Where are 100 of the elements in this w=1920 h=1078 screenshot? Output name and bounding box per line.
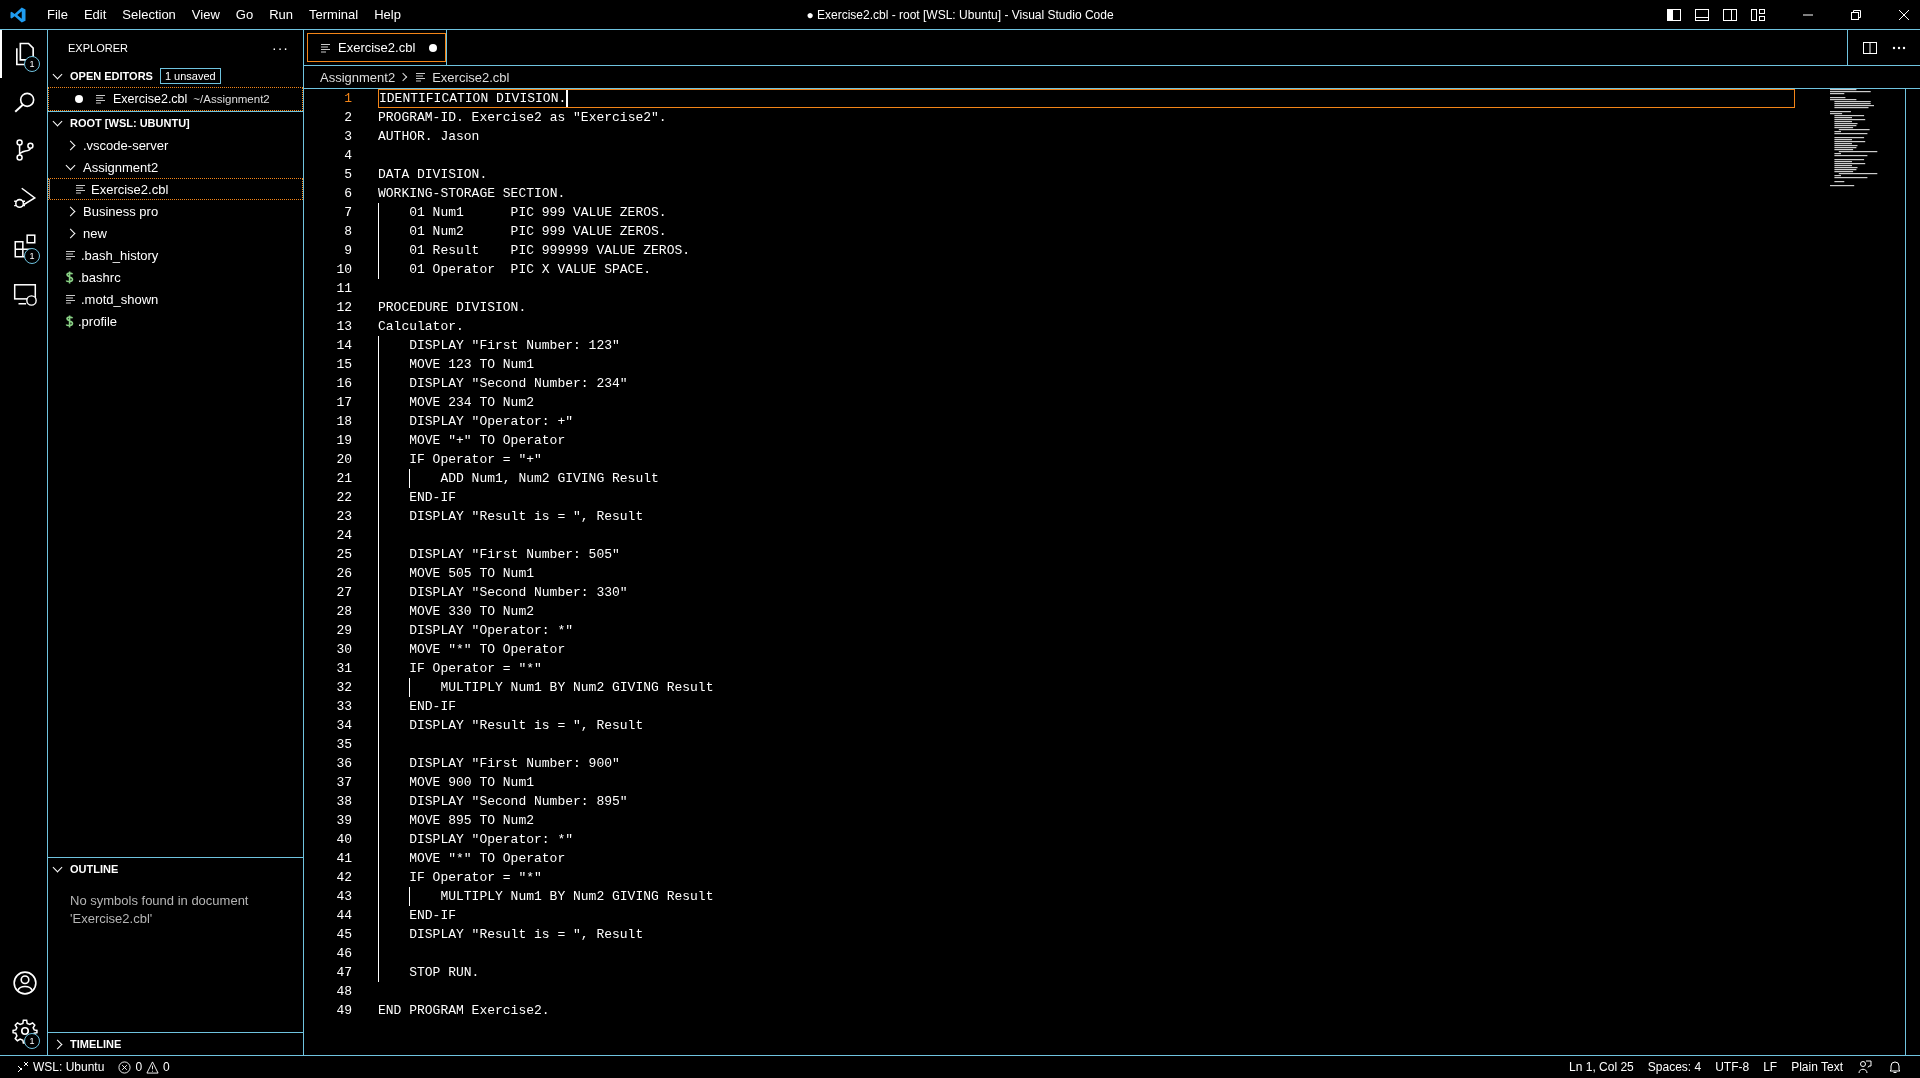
settings-icon bbox=[11, 1018, 38, 1044]
code-line: MULTIPLY Num1 BY Num2 GIVING Result bbox=[440, 680, 714, 695]
open-editor-item[interactable]: Exercise2.cbl ~/Assignment2 bbox=[48, 87, 303, 111]
status-item[interactable]: UTF-8 bbox=[1708, 1060, 1757, 1074]
tree-item[interactable]: .profile bbox=[48, 310, 303, 332]
code-line: IF Operator = "+" bbox=[409, 452, 542, 467]
code-line: WORKING-STORAGE SECTION. bbox=[378, 186, 566, 201]
line-number: 9 bbox=[343, 243, 352, 258]
line-number: 37 bbox=[335, 775, 352, 790]
menu-item[interactable]: Edit bbox=[75, 7, 115, 22]
file-lines-icon bbox=[65, 249, 77, 261]
tree-item[interactable]: .motd_shown bbox=[48, 288, 303, 310]
menu-item[interactable]: View bbox=[183, 7, 228, 22]
line-number: 24 bbox=[335, 528, 352, 543]
split-layout-icon[interactable] bbox=[1722, 6, 1738, 23]
line-number: 26 bbox=[335, 566, 352, 581]
layout-icon[interactable] bbox=[1750, 6, 1766, 23]
menu-item[interactable]: Go bbox=[227, 7, 262, 22]
tree-item[interactable]: new bbox=[48, 222, 303, 244]
tree-item[interactable]: Assignment2 bbox=[48, 156, 303, 178]
section-header[interactable]: OUTLINE bbox=[48, 857, 303, 880]
tree-item[interactable]: Exercise2.cbl bbox=[48, 178, 303, 200]
line-number: 17 bbox=[335, 395, 352, 410]
tree-item[interactable]: .bash_history bbox=[48, 244, 303, 266]
status-item[interactable]: LF bbox=[1756, 1060, 1785, 1074]
more-icon[interactable] bbox=[1892, 45, 1906, 50]
section-header[interactable]: TIMELINE bbox=[48, 1032, 303, 1055]
breadcrumb-item[interactable]: Assignment2 bbox=[320, 69, 396, 85]
file-path: ~/Assignment2 bbox=[193, 93, 270, 105]
line-number: 27 bbox=[335, 585, 352, 600]
breadcrumb-item[interactable]: Exercise2.cbl bbox=[432, 69, 510, 85]
menu-item[interactable]: Help bbox=[366, 7, 409, 22]
panel-toggle-icon[interactable] bbox=[1694, 6, 1710, 23]
code-line: 01 Result PIC 999999 VALUE ZEROS. bbox=[409, 243, 691, 258]
code-line: END-IF bbox=[409, 699, 456, 714]
line-number: 41 bbox=[335, 851, 352, 866]
line-number: 19 bbox=[335, 433, 352, 448]
dollar-icon bbox=[65, 270, 74, 284]
tree-item[interactable]: .bashrc bbox=[48, 266, 303, 288]
code-line: END PROGRAM Exercise2. bbox=[378, 1003, 550, 1018]
sidebar-toggle-icon[interactable] bbox=[1666, 6, 1682, 23]
line-number: 40 bbox=[335, 832, 352, 847]
line-number: 21 bbox=[335, 471, 352, 486]
line-number: 11 bbox=[335, 281, 352, 296]
activity-button[interactable]: 1 bbox=[0, 222, 47, 270]
line-number: 39 bbox=[335, 813, 352, 828]
line-number: 47 bbox=[335, 965, 352, 980]
code-line: DISPLAY "First Number: 505" bbox=[409, 547, 620, 562]
line-number: 8 bbox=[343, 224, 352, 239]
line-number: 15 bbox=[335, 357, 352, 372]
line-number: 7 bbox=[343, 205, 352, 220]
feedback-icon[interactable] bbox=[1858, 1060, 1872, 1074]
split-editor-icon[interactable] bbox=[1862, 39, 1878, 56]
restore-icon[interactable] bbox=[1850, 8, 1862, 21]
line-number: 44 bbox=[335, 908, 352, 923]
menu-item[interactable]: Selection bbox=[114, 7, 184, 22]
file-lines-icon bbox=[65, 293, 77, 305]
line-number: 20 bbox=[335, 452, 352, 467]
sidebar-title: EXPLORER bbox=[68, 41, 128, 54]
code-line: DISPLAY "First Number: 900" bbox=[409, 756, 620, 771]
remote-icon bbox=[17, 1061, 29, 1073]
bell-icon[interactable] bbox=[1888, 1060, 1902, 1074]
section-header[interactable]: ROOT [WSL: UBUNTU] bbox=[48, 111, 303, 134]
line-number: 18 bbox=[335, 414, 352, 429]
line-number: 1 bbox=[343, 91, 352, 106]
tree-item[interactable]: .vscode-server bbox=[48, 134, 303, 156]
line-number: 32 bbox=[335, 680, 352, 695]
activity-button[interactable]: 1 bbox=[0, 1007, 47, 1055]
problems-status[interactable]: 0 0 bbox=[111, 1060, 177, 1074]
section-header[interactable]: OPEN EDITORS 1 unsaved bbox=[48, 65, 303, 87]
close-icon[interactable] bbox=[1898, 8, 1910, 21]
code-line: MULTIPLY Num1 BY Num2 GIVING Result bbox=[440, 889, 714, 904]
status-item[interactable]: Ln 1, Col 25 bbox=[1562, 1060, 1641, 1074]
code-line: DISPLAY "Result is = ", Result bbox=[409, 718, 644, 733]
menu-item[interactable]: Run bbox=[261, 7, 301, 22]
code-line: MOVE "+" TO Operator bbox=[409, 433, 566, 448]
run-debug-icon bbox=[11, 185, 38, 211]
tree-item[interactable]: Business pro bbox=[48, 200, 303, 222]
line-number: 3 bbox=[343, 129, 352, 144]
app-logo-icon bbox=[9, 5, 27, 24]
code-line: MOVE 895 TO Num2 bbox=[409, 813, 534, 828]
line-number: 6 bbox=[343, 186, 352, 201]
line-number: 31 bbox=[335, 661, 352, 676]
status-item[interactable]: Plain Text bbox=[1784, 1060, 1850, 1074]
activity-button[interactable]: 1 bbox=[0, 30, 47, 78]
line-number: 16 bbox=[335, 376, 352, 391]
menu-item[interactable]: File bbox=[39, 7, 76, 22]
count-badge: 1 bbox=[24, 1033, 40, 1049]
file-lines-icon bbox=[75, 183, 87, 195]
tree-item-label: .profile bbox=[78, 313, 118, 329]
editor-tab[interactable]: Exercise2.cbl bbox=[307, 33, 447, 62]
status-item[interactable]: Spaces: 4 bbox=[1640, 1060, 1709, 1074]
code-line: PROCEDURE DIVISION. bbox=[378, 300, 527, 315]
line-number: 14 bbox=[335, 338, 352, 353]
remote-status[interactable]: WSL: Ubuntu bbox=[10, 1060, 112, 1074]
code-line: AUTHOR. Jason bbox=[378, 129, 480, 144]
more-actions-button[interactable]: ··· bbox=[272, 39, 289, 56]
menu-item[interactable]: Terminal bbox=[301, 7, 367, 22]
line-number: 36 bbox=[335, 756, 352, 771]
code-line: DISPLAY "Result is = ", Result bbox=[409, 509, 644, 524]
